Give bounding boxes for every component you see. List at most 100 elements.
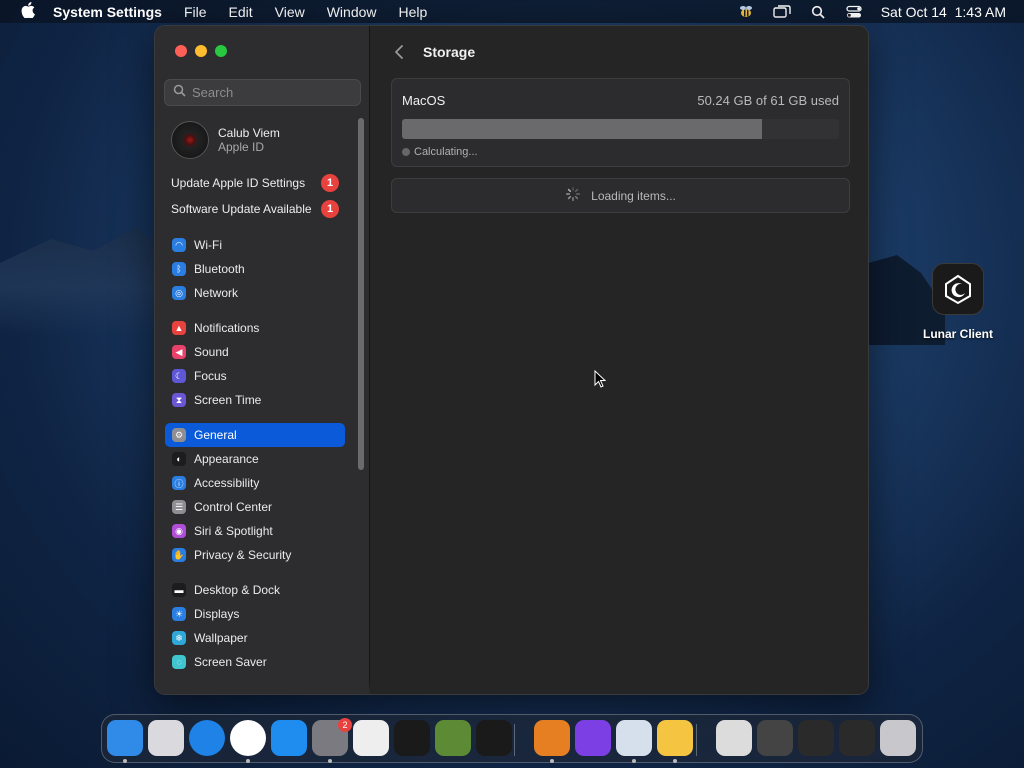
- lunar-client-icon: [932, 263, 984, 315]
- minimize-button[interactable]: [195, 45, 207, 57]
- window-thumbnail-1[interactable]: [716, 720, 752, 756]
- usage-text: 50.24 GB of 61 GB used: [697, 93, 839, 108]
- control-center-icon[interactable]: [845, 5, 863, 19]
- window-thumbnail-4[interactable]: [839, 720, 875, 756]
- sidebar-item-label: Wi-Fi: [194, 238, 222, 252]
- notice-label: Update Apple ID Settings: [171, 176, 306, 190]
- sidebar-item-label: Control Center: [194, 500, 273, 514]
- running-indicator: [246, 759, 250, 763]
- bee-app-icon[interactable]: [657, 720, 693, 756]
- notice-badge: 1: [321, 200, 339, 218]
- menu-bar: System Settings File Edit View Window He…: [0, 0, 1024, 23]
- software-update-available[interactable]: Software Update Available 1: [165, 196, 355, 222]
- desktop-icon-lunar-client[interactable]: Lunar Client: [918, 263, 998, 341]
- sidebar-item-sound[interactable]: ◀ Sound: [165, 340, 345, 364]
- sidebar-item-wallpaper[interactable]: ❄ Wallpaper: [165, 626, 345, 650]
- sidebar-item-wi-fi[interactable]: ◠ Wi-Fi: [165, 233, 345, 257]
- apple-id-account[interactable]: Calub Viem Apple ID: [165, 118, 355, 162]
- system-settings-icon[interactable]: 2: [312, 718, 352, 756]
- minecraft-icon[interactable]: [435, 720, 471, 756]
- finder-icon[interactable]: [107, 720, 143, 756]
- menu-window[interactable]: Window: [327, 4, 377, 20]
- sidebar-item-label: Siri & Spotlight: [194, 524, 273, 538]
- back-button[interactable]: [389, 44, 409, 60]
- sidebar-item-focus[interactable]: ☾ Focus: [165, 364, 345, 388]
- storage-summary-card: MacOS 50.24 GB of 61 GB used Calculating…: [391, 78, 850, 167]
- menubar-clock[interactable]: Sat Oct 14 1:43 AM: [881, 4, 1006, 20]
- update-apple-id-settings[interactable]: Update Apple ID Settings 1: [165, 170, 355, 196]
- storage-bar-fill: [402, 119, 762, 139]
- lunar-client-icon[interactable]: [476, 720, 512, 756]
- sidebar-item-appearance[interactable]: ◐ Appearance: [165, 447, 345, 471]
- dock-badge: 2: [338, 718, 352, 732]
- sidebar-group: ◠ Wi-Fi ᛒ Bluetooth ◎ Network: [165, 233, 355, 305]
- sidebar-scroll-thumb[interactable]: [358, 118, 364, 470]
- gear-icon: ⚙: [172, 428, 186, 442]
- menu-view[interactable]: View: [275, 4, 305, 20]
- desktop-icon-label: Lunar Client: [922, 327, 993, 341]
- running-indicator: [632, 759, 636, 763]
- sidebar-item-bluetooth[interactable]: ᛒ Bluetooth: [165, 257, 345, 281]
- menu-file[interactable]: File: [184, 4, 207, 20]
- launchpad-icon[interactable]: [148, 720, 184, 756]
- moon-icon: ☾: [172, 369, 186, 383]
- chrome-icon[interactable]: [230, 720, 266, 756]
- window-thumbnail-2[interactable]: [757, 720, 793, 756]
- close-button[interactable]: [175, 45, 187, 57]
- page-title: Storage: [423, 44, 476, 60]
- sidebar-item-notifications[interactable]: ▲ Notifications: [165, 316, 345, 340]
- trash-icon[interactable]: [880, 720, 916, 756]
- terminal-icon[interactable]: [394, 720, 430, 756]
- sidebar-item-displays[interactable]: ☀ Displays: [165, 602, 345, 626]
- apple-menu-icon[interactable]: [18, 2, 38, 21]
- sidebar-item-label: Network: [194, 286, 239, 300]
- dock-icon: ▬: [172, 583, 186, 597]
- downloads-icon[interactable]: [534, 720, 570, 756]
- sidebar-item-siri-spotlight[interactable]: ◉ Siri & Spotlight: [165, 519, 345, 543]
- bluetooth-icon: ᛒ: [172, 262, 186, 276]
- menu-app-name[interactable]: System Settings: [53, 4, 162, 20]
- sidebar-item-label: Desktop & Dock: [194, 583, 281, 597]
- calculating-text: Calculating...: [414, 146, 478, 158]
- sidebar-item-network[interactable]: ◎ Network: [165, 281, 345, 305]
- safari-icon[interactable]: [189, 720, 225, 756]
- sidebar-item-label: Accessibility: [194, 476, 260, 490]
- accessibility-icon: ⓘ: [172, 476, 186, 490]
- search-input[interactable]: [192, 85, 352, 100]
- sidebar-item-label: Wallpaper: [194, 631, 248, 645]
- sidebar-item-label: Sound: [194, 345, 229, 359]
- appearance-icon: ◐: [172, 452, 186, 466]
- sidebar-item-accessibility[interactable]: ⓘ Accessibility: [165, 471, 345, 495]
- zoom-button[interactable]: [215, 45, 227, 57]
- sidebar-item-control-center[interactable]: ☰ Control Center: [165, 495, 345, 519]
- sidebar-item-label: Privacy & Security: [194, 548, 292, 562]
- bee-icon[interactable]: [737, 5, 755, 19]
- sidebar-list: Calub Viem Apple ID Update Apple ID Sett…: [165, 118, 355, 674]
- search-field[interactable]: [164, 79, 361, 106]
- wallpaper-icon: ❄: [172, 631, 186, 645]
- menu-help[interactable]: Help: [399, 4, 428, 20]
- sidebar-scrollbar[interactable]: [358, 118, 364, 694]
- running-indicator: [550, 759, 554, 763]
- app-store-icon[interactable]: [271, 720, 307, 756]
- sidebar-item-desktop-dock[interactable]: ▬ Desktop & Dock: [165, 578, 345, 602]
- main-header: Storage: [371, 26, 868, 78]
- sidebar-item-screen-saver[interactable]: ◌ Screen Saver: [165, 650, 345, 674]
- sidebar-item-label: Bluetooth: [194, 262, 245, 276]
- sidebar: Calub Viem Apple ID Update Apple ID Sett…: [155, 26, 370, 694]
- menu-edit[interactable]: Edit: [229, 4, 253, 20]
- instruments-icon[interactable]: [575, 720, 611, 756]
- wifi-icon: ◠: [172, 238, 186, 252]
- window-thumbnail-3[interactable]: [798, 720, 834, 756]
- sidebar-item-privacy-security[interactable]: ✋ Privacy & Security: [165, 543, 345, 567]
- dock: 2: [101, 714, 923, 763]
- notice-label: Software Update Available: [171, 202, 312, 216]
- screen-mirror-icon[interactable]: [773, 4, 791, 19]
- spotlight-search-icon[interactable]: [809, 5, 827, 19]
- speaker-icon: ◀: [172, 345, 186, 359]
- sidebar-item-screen-time[interactable]: ⧗ Screen Time: [165, 388, 345, 412]
- loading-text: Loading items...: [591, 188, 676, 203]
- script-editor-icon[interactable]: [353, 720, 389, 756]
- settings-gear-icon[interactable]: [616, 720, 652, 756]
- sidebar-item-general[interactable]: ⚙ General: [165, 423, 345, 447]
